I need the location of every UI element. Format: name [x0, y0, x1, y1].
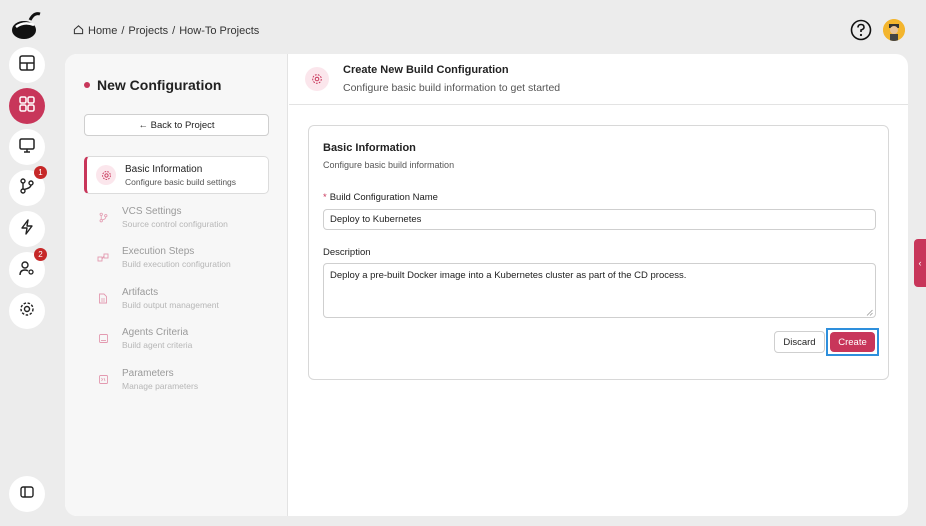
logo-icon[interactable]	[10, 10, 42, 42]
step-title: Basic Information	[125, 163, 203, 175]
build-config-name-input[interactable]: Deploy to Kubernetes	[323, 209, 876, 230]
description-label: Description	[323, 247, 371, 258]
rail-user-settings-button[interactable]: 2	[9, 248, 47, 288]
back-to-project-button[interactable]: ← Back to Project	[84, 114, 269, 136]
config-form-pane: Create New Build Configuration Configure…	[289, 54, 908, 516]
breadcrumb-separator: /	[172, 25, 176, 37]
git-badge: 1	[34, 166, 47, 179]
rail-monitor-button[interactable]	[9, 129, 45, 165]
breadcrumb-projects[interactable]: Projects	[128, 25, 168, 37]
required-marker: *	[323, 192, 327, 203]
create-button[interactable]: Create	[830, 332, 875, 352]
gear-icon	[18, 300, 36, 323]
git-branch-icon	[18, 177, 36, 200]
rail-collapse-button[interactable]	[9, 476, 45, 512]
parameters-icon	[93, 369, 113, 389]
section-title: Basic Information	[323, 142, 416, 154]
chevron-left-icon: ‹	[918, 258, 922, 268]
step-execution-steps[interactable]: Execution Steps Build execution configur…	[84, 238, 269, 276]
discard-button[interactable]: Discard	[774, 331, 825, 353]
breadcrumb-separator: /	[121, 25, 125, 37]
name-label: * Build Configuration Name	[323, 192, 438, 203]
steps-icon	[93, 247, 113, 267]
rail-apps-button[interactable]	[9, 88, 45, 124]
git-branch-icon	[93, 207, 113, 227]
main-card: New Configuration ← Back to Project Basi…	[65, 54, 908, 516]
description-textarea[interactable]: Deploy a pre-built Docker image into a K…	[323, 263, 876, 318]
basic-information-form: Basic Information Configure basic build …	[308, 125, 889, 380]
step-parameters[interactable]: Parameters Manage parameters	[84, 360, 269, 398]
lightning-icon	[18, 218, 36, 241]
page-title-text: New Configuration	[97, 77, 222, 93]
step-subtitle: Manage parameters	[122, 380, 199, 391]
rail-dashboard-button[interactable]	[9, 47, 45, 83]
rail-git-button[interactable]: 1	[9, 166, 47, 206]
rail-settings-button[interactable]	[9, 293, 45, 329]
step-subtitle: Source control configuration	[122, 218, 228, 229]
dashboard-icon	[18, 54, 36, 77]
step-subtitle: Build agent criteria	[122, 339, 193, 350]
user-settings-icon	[18, 259, 36, 282]
nav-rail: 1 2	[0, 0, 52, 526]
form-header: Create New Build Configuration Configure…	[289, 54, 908, 105]
breadcrumb: Home / Projects / How-To Projects	[73, 24, 259, 38]
step-title: Parameters	[122, 367, 174, 379]
side-panel-toggle[interactable]: ‹	[914, 239, 926, 287]
sidebar-toggle-icon	[19, 484, 35, 505]
section-subtitle: Configure basic build information	[323, 160, 455, 170]
step-agents-criteria[interactable]: Agents Criteria Build agent criteria	[84, 319, 269, 357]
name-label-text: Build Configuration Name	[329, 192, 438, 203]
config-steps-pane: New Configuration ← Back to Project Basi…	[65, 54, 288, 516]
description-text: Deploy a pre-built Docker image into a K…	[330, 270, 687, 281]
form-header-title: Create New Build Configuration	[343, 64, 509, 76]
step-artifacts[interactable]: Artifacts Build output management	[84, 279, 269, 317]
home-icon[interactable]	[73, 24, 84, 38]
create-button-focus-ring: Create	[826, 328, 879, 356]
gear-icon	[305, 67, 329, 91]
step-basic-information[interactable]: Basic Information Configure basic build …	[84, 156, 269, 194]
help-icon[interactable]	[850, 19, 872, 41]
avatar[interactable]	[883, 19, 905, 41]
gear-icon	[96, 165, 116, 185]
step-subtitle: Configure basic build settings	[125, 176, 237, 187]
page-title: New Configuration	[84, 77, 221, 93]
file-icon	[93, 288, 113, 308]
step-vcs-settings[interactable]: VCS Settings Source control configuratio…	[84, 198, 269, 236]
apps-grid-icon	[18, 95, 36, 118]
resize-handle-icon[interactable]	[866, 308, 873, 316]
step-title: Artifacts	[122, 286, 159, 298]
step-subtitle: Build execution configuration	[122, 258, 231, 269]
breadcrumb-home[interactable]: Home	[88, 25, 117, 37]
monitor-icon	[18, 136, 36, 159]
step-subtitle: Build output management	[122, 299, 219, 310]
status-dot	[84, 82, 90, 88]
step-title: VCS Settings	[122, 205, 182, 217]
step-title: Agents Criteria	[122, 326, 189, 338]
step-title: Execution Steps	[122, 245, 195, 257]
agent-icon	[93, 328, 113, 348]
breadcrumb-current: How-To Projects	[179, 25, 260, 37]
rail-lightning-button[interactable]	[9, 211, 45, 247]
form-header-subtitle: Configure basic build information to get…	[343, 82, 561, 94]
user-badge: 2	[34, 248, 47, 261]
